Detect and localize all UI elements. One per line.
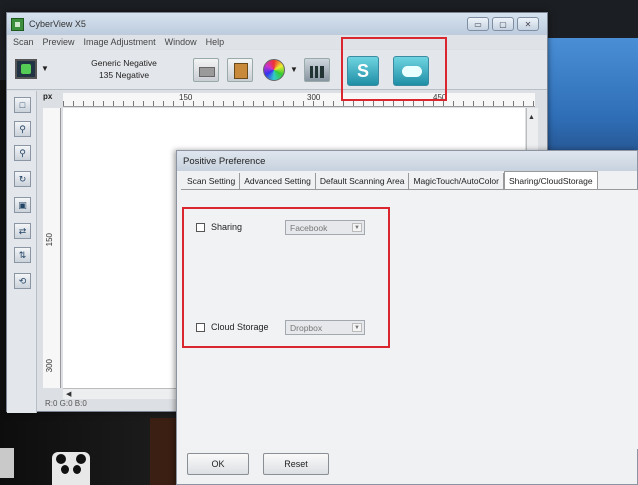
tab-default-scanning-area[interactable]: Default Scanning Area xyxy=(316,173,410,189)
film-type-format: 135 Negative xyxy=(98,70,150,80)
color-wheel-icon[interactable] xyxy=(263,59,285,81)
ruler-tick-label: 300 xyxy=(45,359,54,373)
window-title: CyberView X5 xyxy=(29,19,86,29)
vertical-ruler xyxy=(43,108,61,388)
book-icon[interactable] xyxy=(227,58,253,82)
rotate-icon[interactable]: ↻ xyxy=(14,171,31,187)
minimize-button[interactable]: ▭ xyxy=(467,17,489,31)
ruler-tick-label: 150 xyxy=(179,93,193,102)
panda-desktop-icon[interactable] xyxy=(52,452,90,485)
flip-icon[interactable]: ⇄ xyxy=(14,223,31,239)
menu-help[interactable]: Help xyxy=(206,37,225,47)
mirror-icon[interactable]: ⇅ xyxy=(14,247,31,263)
zoom-in-icon[interactable]: ⚲ xyxy=(14,121,31,137)
maximize-button[interactable]: ▢ xyxy=(492,17,514,31)
menu-preview[interactable]: Preview xyxy=(43,37,75,47)
close-button[interactable]: ✕ xyxy=(517,17,539,31)
title-bar[interactable]: CyberView X5 ▭ ▢ ✕ xyxy=(7,13,547,35)
menu-bar: Scan Preview Image Adjustment Window Hel… xyxy=(7,35,547,49)
histogram-icon[interactable] xyxy=(304,58,330,82)
menu-window[interactable]: Window xyxy=(165,37,197,47)
zoom-out-icon[interactable]: ⚲ xyxy=(14,145,31,161)
reset-view-icon[interactable]: ⟲ xyxy=(14,273,31,289)
film-type-name: Generic Negative xyxy=(91,58,157,68)
ruler-tick-label: 300 xyxy=(307,93,321,102)
reset-button[interactable]: Reset xyxy=(263,453,329,475)
tab-magictouch-autocolor[interactable]: MagicTouch/AutoColor xyxy=(409,173,504,189)
desktop-item[interactable] xyxy=(0,448,14,478)
tab-bar: Scan Setting Advanced Setting Default Sc… xyxy=(183,171,598,189)
dialog-title[interactable]: Positive Preference xyxy=(177,151,637,171)
tool-strip: □ ⚲ ⚲ ↻ ▣ ⇄ ⇅ ⟲ xyxy=(7,91,37,413)
tab-advanced-setting[interactable]: Advanced Setting xyxy=(240,173,316,189)
horizontal-ruler xyxy=(63,93,535,107)
film-holder-icon[interactable] xyxy=(15,59,37,79)
highlight-box-panel xyxy=(182,207,390,348)
desktop-wallpaper xyxy=(548,38,638,168)
highlight-box-toolbar xyxy=(341,37,447,101)
ok-button[interactable]: OK xyxy=(187,453,249,475)
menu-scan[interactable]: Scan xyxy=(13,37,34,47)
chevron-down-icon[interactable]: ▼ xyxy=(290,65,298,74)
tab-scan-setting[interactable]: Scan Setting xyxy=(183,173,241,189)
menu-image-adjustment[interactable]: Image Adjustment xyxy=(84,37,156,47)
film-type-label: Generic Negative 135 Negative xyxy=(69,57,179,81)
chevron-down-icon[interactable]: ▼ xyxy=(41,64,49,73)
app-icon xyxy=(11,17,24,31)
toolbar: ▼ Generic Negative 135 Negative ▼ S xyxy=(7,50,547,90)
tab-sharing-cloudstorage[interactable]: Sharing/CloudStorage xyxy=(503,171,598,189)
select-tool-icon[interactable]: □ xyxy=(14,97,31,113)
unit-label: px xyxy=(43,92,53,101)
fit-icon[interactable]: ▣ xyxy=(14,197,31,213)
scanner-icon[interactable] xyxy=(193,58,219,82)
ruler-tick-label: 150 xyxy=(45,233,54,247)
